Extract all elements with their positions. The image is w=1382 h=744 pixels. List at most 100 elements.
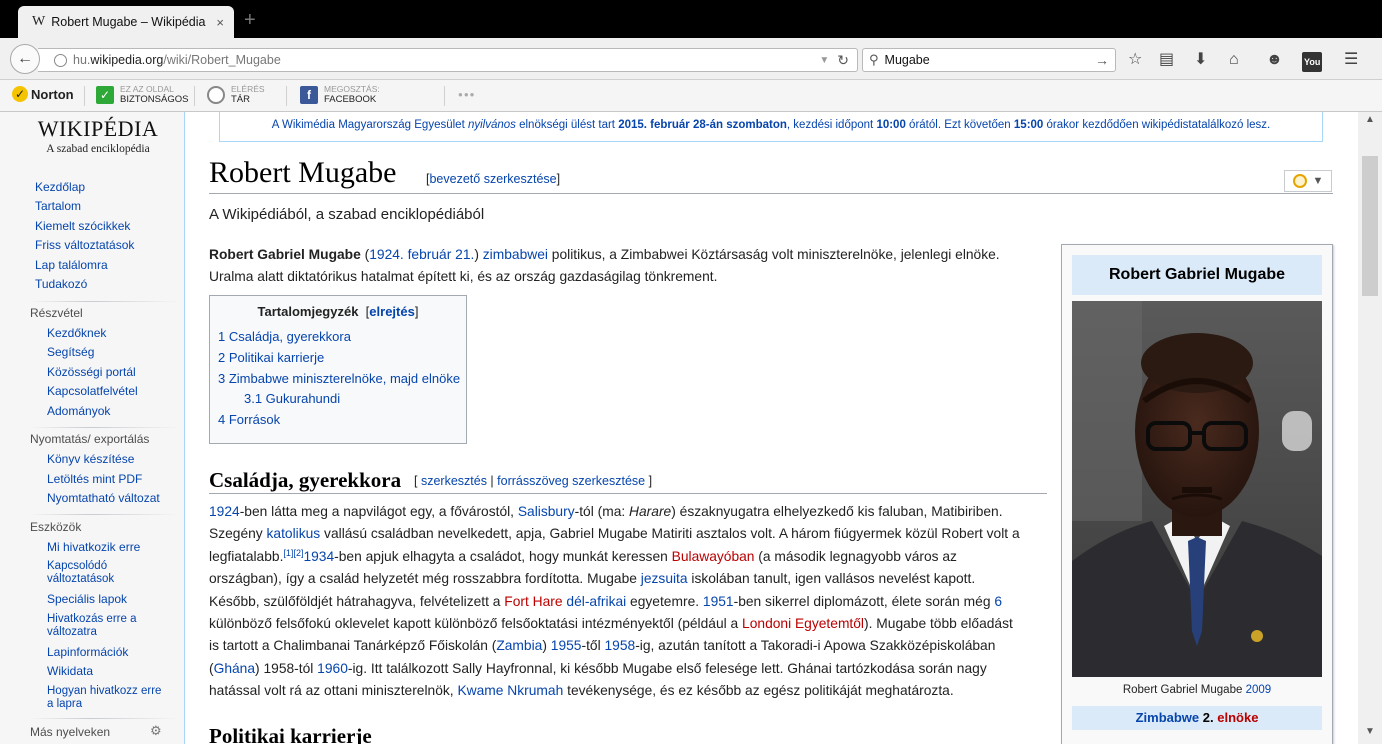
section-underline <box>209 493 1047 494</box>
toc-item-1[interactable]: 1 Családja, gyerekkora <box>218 327 458 348</box>
ref-1-link[interactable]: [1] <box>283 548 293 558</box>
gear-icon[interactable]: ⚙ <box>150 723 162 739</box>
year-1924-link[interactable]: 1924 <box>209 504 240 519</box>
page-title: Robert Mugabe <box>209 156 397 189</box>
url-text[interactable]: hu.wikipedia.org/wiki/Robert_Mugabe <box>73 53 819 67</box>
back-button[interactable]: ← <box>10 44 40 74</box>
number-6-link[interactable]: 6 <box>994 594 1002 609</box>
star-icon[interactable]: ☆ <box>1128 52 1142 68</box>
sidebar-link-kiemelt[interactable]: Kiemelt szócikkek <box>35 219 130 233</box>
toc-hide-link[interactable]: elrejtés <box>369 304 415 319</box>
scroll-down-icon[interactable]: ▼ <box>1365 726 1375 737</box>
year-1958-link[interactable]: 1958 <box>604 638 635 653</box>
ghana-link[interactable]: Ghána <box>214 661 255 676</box>
sidebar-link-segitseg[interactable]: Segítség <box>47 345 94 359</box>
section-source-edit-link[interactable]: forrásszöveg szerkesztése <box>497 474 645 488</box>
sidebar-link-pdf[interactable]: Letöltés mint PDF <box>47 472 142 486</box>
sidebar-link-mi-hivatkozik[interactable]: Mi hivatkozik erre <box>47 540 140 554</box>
katolikus-link[interactable]: katolikus <box>267 526 321 541</box>
caption-year-link[interactable]: 2009 <box>1246 684 1272 696</box>
ref-2-link[interactable]: [2] <box>293 548 303 558</box>
zambia-link[interactable]: Zambia <box>496 638 542 653</box>
year-1934-link[interactable]: 1934 <box>303 549 334 564</box>
watch-button[interactable]: ▼ <box>1284 170 1332 192</box>
toc-item-4[interactable]: 4 Források <box>218 410 458 431</box>
wikipedia-logo[interactable]: WIKIPÉDIA A szabad enciklopédia <box>36 118 160 156</box>
salisbury-link[interactable]: Salisbury <box>518 504 575 519</box>
scrollbar-thumb[interactable] <box>1362 156 1378 296</box>
sidebar-link-tartalom[interactable]: Tartalom <box>35 199 81 213</box>
sidebar-link-hogyan-2[interactable]: a lapra <box>47 697 82 711</box>
reload-icon[interactable]: ↻ <box>837 52 849 69</box>
zimbabwe-link[interactable]: Zimbabwe <box>1136 710 1200 725</box>
sidebar-link-kezdolap[interactable]: Kezdőlap <box>35 180 85 194</box>
kwame-nkrumah-link[interactable]: Kwame Nkrumah <box>457 683 563 698</box>
sidebar-link-lapinformaciok[interactable]: Lapinformációk <box>47 645 128 659</box>
jezsuita-link[interactable]: jezsuita <box>641 571 688 586</box>
clipboard-icon[interactable]: ▤ <box>1159 52 1174 68</box>
home-icon[interactable]: ⌂ <box>1229 52 1239 68</box>
close-tab-icon[interactable]: × <box>216 15 224 30</box>
sidebar-divider <box>30 301 180 302</box>
sidebar-link-kapcsolodo[interactable]: Kapcsolódó <box>47 559 107 573</box>
infobox-office-row: Zimbabwe 2. elnöke <box>1072 706 1322 730</box>
vault-icon <box>207 86 225 104</box>
year-1951-link[interactable]: 1951 <box>703 594 734 609</box>
sidebar-link-kozossegi[interactable]: Közösségi portál <box>47 365 136 379</box>
chat-icon[interactable]: ☻ <box>1266 52 1283 68</box>
tab-strip: W Robert Mugabe – Wikipédia × + <box>0 0 1382 38</box>
sidebar-link-hivatkozas[interactable]: Hivatkozás erre a <box>47 612 136 626</box>
norton-logo[interactable]: ✓ Norton <box>12 86 74 102</box>
infobox: Robert Gabriel Mugabe Robert Gabriel Mug… <box>1061 244 1333 744</box>
new-tab-icon[interactable]: + <box>244 10 256 30</box>
sidebar-link-wikidata[interactable]: Wikidata <box>47 664 93 678</box>
birthdate-link[interactable]: 1924. február 21. <box>369 247 474 262</box>
address-bar[interactable]: hu.wikipedia.org/wiki/Robert_Mugabe ▼ ↻ <box>38 48 858 72</box>
sidebar-link-nyomtathato[interactable]: Nyomtatható változat <box>47 491 160 505</box>
portrait-caption: Robert Gabriel Mugabe 2009 <box>1122 684 1272 696</box>
sidebar-link-konyv[interactable]: Könyv készítése <box>47 452 134 466</box>
elnoke-link[interactable]: elnöke <box>1217 710 1258 725</box>
logo-subtitle: A szabad enciklopédia <box>46 143 150 155</box>
sidebar-link-hogyan[interactable]: Hogyan hivatkozz erre <box>47 684 161 698</box>
site-notice-banner: A Wikimédia Magyarország Egyesület nyilv… <box>219 112 1323 142</box>
norton-safe-web[interactable]: ✓ EZ AZ OLDAL BIZTONSÁGOS <box>96 84 188 106</box>
sidebar-link-adomanyok[interactable]: Adományok <box>47 404 110 418</box>
infobox-title: Robert Gabriel Mugabe <box>1072 255 1322 295</box>
sidebar-link-kapcsolodo-2[interactable]: változtatások <box>47 572 114 586</box>
search-input[interactable] <box>884 53 1095 67</box>
browser-tab[interactable]: W Robert Mugabe – Wikipédia × <box>18 6 234 38</box>
sidebar-link-kapcsolat[interactable]: Kapcsolatfelvétel <box>47 384 138 398</box>
edit-intro-link[interactable]: bevezető szerkesztése <box>429 172 556 186</box>
year-1960-link[interactable]: 1960 <box>317 661 348 676</box>
download-icon[interactable]: ⬇ <box>1194 52 1207 68</box>
page-scrollbar[interactable]: ▲ ▼ <box>1358 112 1382 744</box>
bulawayo-link[interactable]: Bulawayóban <box>672 549 755 564</box>
fort-hare-link[interactable]: Fort Hare <box>504 594 562 609</box>
portrait-photo[interactable] <box>1072 301 1322 677</box>
web-page: WIKIPÉDIA A szabad enciklopédia Kezdőlap… <box>0 112 1358 744</box>
londoni-egyetem-link[interactable]: Londoni Egyetemtől <box>742 616 864 631</box>
sidebar-link-tudakozo[interactable]: Tudakozó <box>35 277 87 291</box>
del-afrikai-link[interactable]: dél-afrikai <box>566 594 626 609</box>
norton-share-facebook[interactable]: f MEGOSZTÁS: FACEBOOK <box>300 84 380 106</box>
sidebar-link-specialis[interactable]: Speciális lapok <box>47 592 127 606</box>
toc-item-2[interactable]: 2 Politikai karrierje <box>218 348 458 369</box>
zimbabwei-link[interactable]: zimbabwei <box>483 247 548 262</box>
search-go-icon[interactable]: → <box>1095 52 1109 68</box>
scroll-up-icon[interactable]: ▲ <box>1365 114 1375 125</box>
year-1955-link[interactable]: 1955 <box>551 638 582 653</box>
sidebar-link-friss[interactable]: Friss változtatások <box>35 238 134 252</box>
menu-icon[interactable]: ☰ <box>1344 52 1358 68</box>
url-dropdown-icon[interactable]: ▼ <box>819 55 829 66</box>
youtube-icon[interactable]: You <box>1302 52 1323 72</box>
norton-vault[interactable]: ELÉRÉS TÁR <box>207 84 265 106</box>
sidebar-link-kezdoknek[interactable]: Kezdőknek <box>47 326 106 340</box>
sidebar-link-talalomra[interactable]: Lap találomra <box>35 258 108 272</box>
toc-item-3[interactable]: 3 Zimbabwe miniszterelnöke, majd elnöke <box>218 369 460 390</box>
sidebar-link-hivatkozas-2[interactable]: változatra <box>47 625 97 639</box>
search-bar[interactable]: ⚲ → <box>862 48 1116 72</box>
section-edit-link[interactable]: szerkesztés <box>421 474 487 488</box>
norton-more-icon[interactable]: ●●● <box>458 90 476 99</box>
toc-item-3-1[interactable]: 3.1 Gukurahundi <box>218 389 458 410</box>
